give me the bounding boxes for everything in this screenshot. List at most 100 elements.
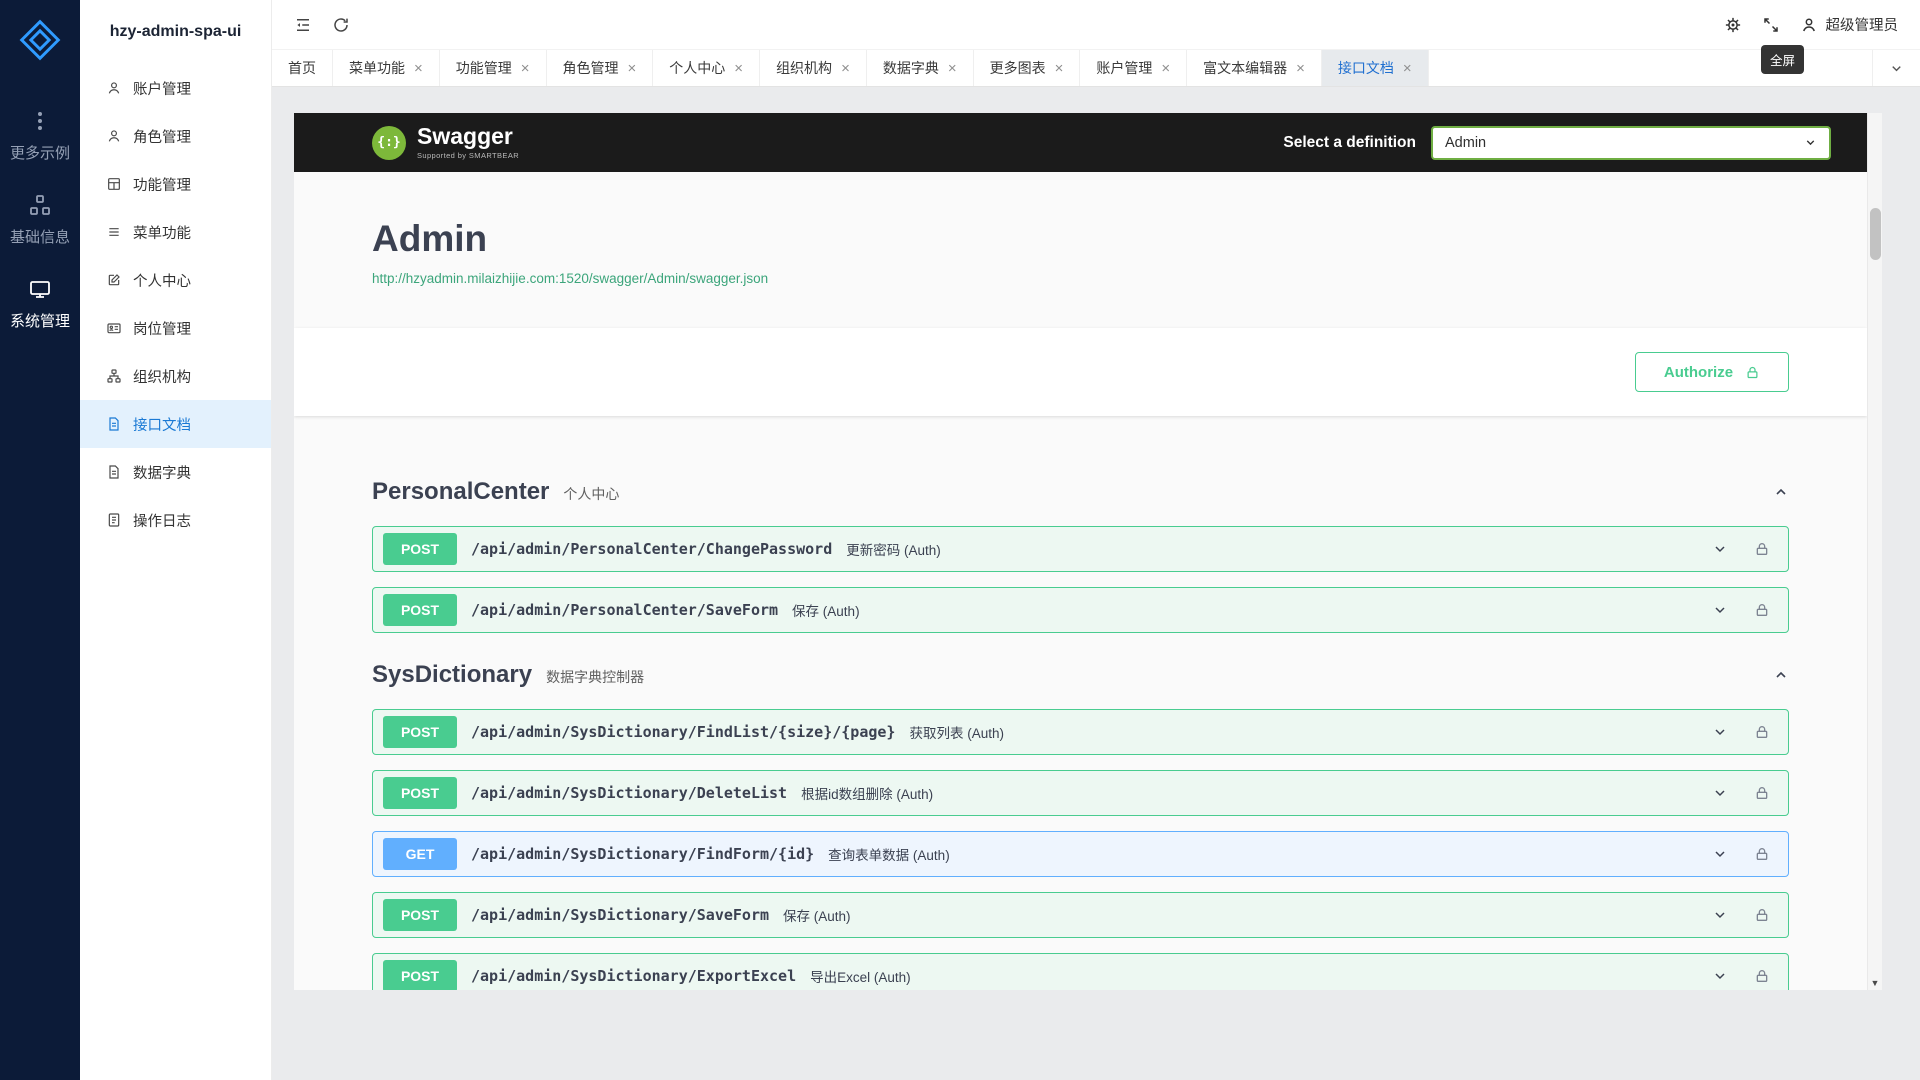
sidebar-item-accounts[interactable]: 账户管理	[80, 64, 271, 112]
auth-lock-icon[interactable]	[1754, 968, 1770, 984]
api-operation-row[interactable]: POST /api/admin/PersonalCenter/SaveForm …	[372, 587, 1789, 633]
expand-operation-icon[interactable]	[1712, 602, 1728, 618]
api-operation-row[interactable]: POST /api/admin/PersonalCenter/ChangePas…	[372, 526, 1789, 572]
app-logo[interactable]	[14, 14, 66, 66]
document-icon	[106, 416, 122, 432]
close-tab-icon[interactable]: ×	[1161, 61, 1170, 76]
close-tab-icon[interactable]: ×	[628, 61, 637, 76]
close-tab-icon[interactable]: ×	[1296, 61, 1305, 76]
scrollbar-down-arrow[interactable]: ▼	[1868, 978, 1882, 988]
spec-url-link[interactable]: http://hzyadmin.milaizhijie.com:1520/swa…	[372, 271, 768, 286]
tab-personal-center[interactable]: 个人中心 ×	[653, 50, 760, 86]
lock-icon	[1745, 365, 1760, 380]
refresh-icon[interactable]	[332, 16, 350, 34]
settings-gear-icon[interactable]	[1724, 16, 1742, 34]
sidebar-item-roles[interactable]: 角色管理	[80, 112, 271, 160]
api-path: /api/admin/PersonalCenter/SaveForm	[471, 601, 778, 619]
tab-home[interactable]: 首页	[272, 50, 333, 86]
section-header-sysdictionary[interactable]: SysDictionary 数据字典控制器	[372, 661, 1789, 689]
swagger-content: {:} Swagger Supported by SMARTBEAR Selec…	[294, 113, 1867, 990]
api-operation-row[interactable]: POST /api/admin/SysDictionary/FindList/{…	[372, 709, 1789, 755]
close-tab-icon[interactable]: ×	[1403, 61, 1412, 76]
diamond-logo-icon	[18, 18, 62, 62]
auth-lock-icon[interactable]	[1754, 785, 1770, 801]
api-path: /api/admin/SysDictionary/DeleteList	[471, 784, 787, 802]
api-path: /api/admin/PersonalCenter/ChangePassword	[471, 540, 832, 558]
sidebar: hzy-admin-spa-ui 账户管理 角色管理 功能管理 菜单功能 个人中…	[80, 0, 272, 1080]
api-path: /api/admin/SysDictionary/SaveForm	[471, 906, 769, 924]
expand-operation-icon[interactable]	[1712, 968, 1728, 984]
tab-api-docs[interactable]: 接口文档 ×	[1322, 50, 1429, 86]
close-tab-icon[interactable]: ×	[948, 61, 957, 76]
sidebar-item-dictionary[interactable]: 数据字典	[80, 448, 271, 496]
section-header-personalcenter[interactable]: PersonalCenter 个人中心	[372, 478, 1789, 506]
user-icon	[106, 80, 122, 96]
expand-operation-icon[interactable]	[1712, 785, 1728, 801]
section-description: 数据字典控制器	[546, 667, 644, 687]
api-operation-row[interactable]: POST /api/admin/SysDictionary/SaveForm 保…	[372, 892, 1789, 938]
layout-icon	[106, 176, 122, 192]
http-method-badge: GET	[383, 838, 457, 870]
api-operation-row[interactable]: POST /api/admin/SysDictionary/DeleteList…	[372, 770, 1789, 816]
close-tab-icon[interactable]: ×	[734, 61, 743, 76]
swagger-scrollbar[interactable]: ▼	[1867, 113, 1882, 990]
tab-label: 首页	[288, 58, 316, 78]
ellipsis-icon	[28, 109, 52, 133]
tab-menus[interactable]: 菜单功能 ×	[333, 50, 440, 86]
sidebar-item-positions[interactable]: 岗位管理	[80, 304, 271, 352]
sidebar-item-functions[interactable]: 功能管理	[80, 160, 271, 208]
tab-accounts[interactable]: 账户管理 ×	[1080, 50, 1187, 86]
rail-item-basic-info[interactable]: 基础信息	[0, 178, 80, 262]
auth-lock-icon[interactable]	[1754, 602, 1770, 618]
user-menu[interactable]: 超级管理员	[1800, 14, 1899, 35]
expand-operation-icon[interactable]	[1712, 541, 1728, 557]
http-method-badge: POST	[383, 716, 457, 748]
swagger-panel: {:} Swagger Supported by SMARTBEAR Selec…	[294, 113, 1882, 990]
sidebar-item-personal-center[interactable]: 个人中心	[80, 256, 271, 304]
close-tab-icon[interactable]: ×	[521, 61, 530, 76]
scrollbar-thumb[interactable]	[1870, 208, 1881, 260]
sidebar-item-api-docs[interactable]: 接口文档	[80, 400, 271, 448]
tab-roles[interactable]: 角色管理 ×	[547, 50, 654, 86]
close-tab-icon[interactable]: ×	[1055, 61, 1064, 76]
definition-select[interactable]: Admin	[1431, 126, 1831, 160]
menu-fold-icon[interactable]	[294, 16, 312, 34]
auth-lock-icon[interactable]	[1754, 907, 1770, 923]
tab-organization[interactable]: 组织机构 ×	[760, 50, 867, 86]
api-operation-row[interactable]: POST /api/admin/SysDictionary/ExportExce…	[372, 953, 1789, 990]
sidebar-item-label: 操作日志	[133, 510, 191, 531]
close-tab-icon[interactable]: ×	[414, 61, 423, 76]
expand-operation-icon[interactable]	[1712, 907, 1728, 923]
expand-operation-icon[interactable]	[1712, 846, 1728, 862]
tab-rich-text-editor[interactable]: 富文本编辑器 ×	[1187, 50, 1322, 86]
auth-lock-icon[interactable]	[1754, 724, 1770, 740]
sidebar-item-label: 账户管理	[133, 78, 191, 99]
swagger-topbar: {:} Swagger Supported by SMARTBEAR Selec…	[294, 113, 1867, 172]
fullscreen-tooltip: 全屏	[1761, 45, 1804, 74]
section-description: 个人中心	[563, 484, 619, 504]
api-summary: 更新密码 (Auth)	[846, 539, 941, 559]
sidebar-item-operation-logs[interactable]: 操作日志	[80, 496, 271, 544]
collapse-section-icon[interactable]	[1773, 667, 1789, 683]
auth-lock-icon[interactable]	[1754, 541, 1770, 557]
rail-item-more-examples[interactable]: 更多示例	[0, 94, 80, 178]
sidebar-item-organization[interactable]: 组织机构	[80, 352, 271, 400]
fullscreen-icon[interactable]	[1762, 16, 1780, 34]
api-operation-row[interactable]: GET /api/admin/SysDictionary/FindForm/{i…	[372, 831, 1789, 877]
authorize-button[interactable]: Authorize	[1635, 352, 1789, 392]
close-tab-icon[interactable]: ×	[841, 61, 850, 76]
tab-functions[interactable]: 功能管理 ×	[440, 50, 547, 86]
swagger-logo-icon: {:}	[372, 126, 406, 160]
api-summary: 获取列表 (Auth)	[909, 722, 1004, 742]
tab-dictionary[interactable]: 数据字典 ×	[867, 50, 974, 86]
expand-operation-icon[interactable]	[1712, 724, 1728, 740]
sidebar-item-menus[interactable]: 菜单功能	[80, 208, 271, 256]
tab-list-dropdown[interactable]	[1872, 50, 1920, 86]
app-title: hzy-admin-spa-ui	[80, 0, 271, 64]
collapse-section-icon[interactable]	[1773, 484, 1789, 500]
auth-lock-icon[interactable]	[1754, 846, 1770, 862]
api-title: Admin	[372, 218, 1789, 260]
api-summary: 根据id数组删除 (Auth)	[801, 783, 933, 803]
rail-item-system-management[interactable]: 系统管理	[0, 262, 80, 346]
tab-more-charts[interactable]: 更多图表 ×	[974, 50, 1081, 86]
